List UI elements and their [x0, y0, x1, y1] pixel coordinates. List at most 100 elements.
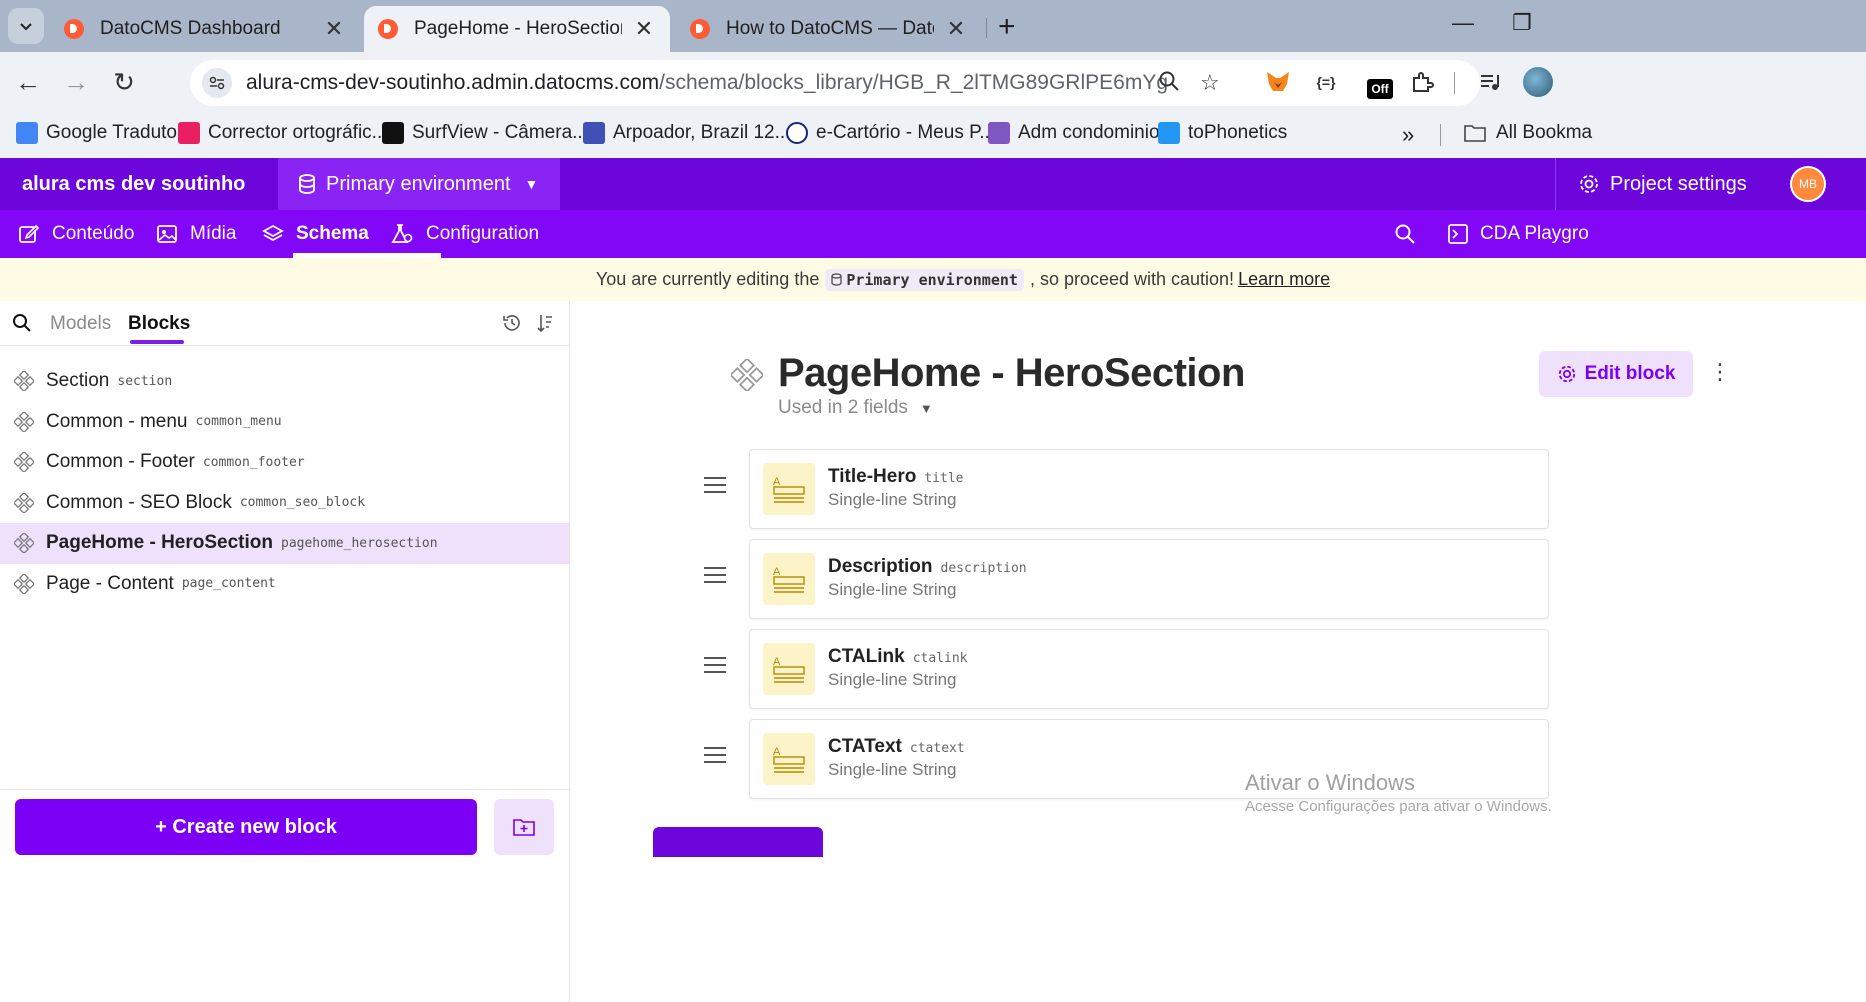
- forward-icon[interactable]: →: [60, 66, 92, 98]
- search-icon[interactable]: [12, 313, 32, 338]
- json-extension-icon[interactable]: {=}: [1308, 64, 1344, 100]
- environment-switcher[interactable]: Primary environment ▼: [278, 158, 560, 210]
- app-header: alura cms dev soutinho Primary environme…: [0, 158, 1866, 210]
- field-card[interactable]: A CTALink ctalink Single-line String: [749, 629, 1549, 709]
- restore-icon[interactable]: ❐: [1512, 10, 1532, 36]
- environment-warning-banner: You are currently editing the Primary en…: [0, 258, 1866, 301]
- svg-text:A: A: [773, 476, 781, 488]
- browser-tab-pagehome[interactable]: PageHome - HeroSection | Bloc ✕: [364, 6, 670, 52]
- nav-item-configuration[interactable]: Configuration: [390, 210, 539, 258]
- all-bookmarks[interactable]: All Bookma: [1464, 122, 1592, 144]
- tab-models[interactable]: Models: [50, 313, 111, 335]
- minimize-icon[interactable]: —: [1452, 10, 1474, 36]
- zoom-icon[interactable]: [1158, 70, 1180, 98]
- project-settings-label: Project settings: [1610, 172, 1747, 195]
- off-extension-icon[interactable]: Off: [1362, 64, 1398, 100]
- drag-handle-icon[interactable]: [704, 657, 726, 673]
- nav-item-schema[interactable]: Schema: [262, 210, 369, 258]
- condominio-icon: [988, 122, 1010, 144]
- field-type: Single-line String: [828, 760, 957, 779]
- used-in-dropdown[interactable]: Used in 2 fields ▼: [778, 397, 933, 419]
- bookmark-corrector[interactable]: Corrector ortográfic...: [178, 122, 388, 144]
- browser-tab-strip: DatoCMS Dashboard ✕ PageHome - HeroSecti…: [0, 0, 1866, 52]
- list-item[interactable]: Section section: [0, 361, 569, 402]
- field-label: CTAText: [828, 736, 902, 757]
- edit-block-button[interactable]: Edit block: [1539, 351, 1693, 397]
- new-folder-button[interactable]: [494, 799, 554, 855]
- bookmark-adm-condominio[interactable]: Adm condominio: [988, 122, 1160, 144]
- list-item[interactable]: Common - Footer common_footer: [0, 442, 569, 483]
- project-settings-button[interactable]: Project settings: [1555, 158, 1785, 210]
- nav-item-midia[interactable]: Mídia: [156, 210, 236, 258]
- field-card[interactable]: A Title-Hero title Single-line String: [749, 449, 1549, 529]
- back-icon[interactable]: ←: [12, 66, 44, 98]
- nav-label: Configuration: [426, 223, 540, 244]
- block-name: Common - menu: [46, 410, 188, 432]
- close-icon[interactable]: ✕: [944, 16, 968, 42]
- extensions-puzzle-icon[interactable]: [1404, 64, 1440, 100]
- field-label: Description: [828, 556, 933, 577]
- windows-activation-subtitle: Acesse Configurações para ativar o Windo…: [1245, 798, 1552, 815]
- blocks-sidebar: Models Blocks Section section Common - m…: [0, 301, 570, 1002]
- field-api-key: ctalink: [912, 651, 968, 666]
- project-name[interactable]: alura cms dev soutinho: [22, 173, 245, 196]
- sidebar-divider: [0, 345, 569, 346]
- bookmark-star-icon[interactable]: ☆: [1200, 70, 1220, 96]
- list-item[interactable]: Common - menu common_menu: [0, 402, 569, 443]
- drag-handle-icon[interactable]: [704, 477, 726, 493]
- tophonetics-icon: [1158, 122, 1180, 144]
- browser-toolbar: ← → ↻ alura-cms-dev-soutinho.admin.datoc…: [0, 52, 1866, 112]
- metamask-extension-icon[interactable]: [1260, 64, 1296, 100]
- sort-icon[interactable]: [536, 313, 554, 338]
- nav-item-conteudo[interactable]: Conteúdo: [18, 210, 134, 258]
- media-controls-icon[interactable]: [1472, 64, 1508, 100]
- block-api-key: page_content: [181, 576, 276, 592]
- surfline-icon: [583, 122, 605, 144]
- nav-label: Conteúdo: [52, 223, 135, 244]
- bookmark-ecartorio[interactable]: e-Cartório - Meus P...: [786, 122, 995, 144]
- history-icon[interactable]: [502, 313, 522, 338]
- cda-playground-link[interactable]: CDA Playgro: [1448, 210, 1589, 258]
- bookmark-tophonetics[interactable]: toPhonetics: [1158, 122, 1287, 144]
- image-icon: [156, 224, 178, 244]
- tab-title: How to DatoCMS — DatoCMS: [726, 18, 934, 39]
- close-icon[interactable]: ✕: [632, 16, 656, 42]
- bookmark-google-tradutor[interactable]: Google Tradutor: [16, 122, 183, 144]
- user-avatar[interactable]: MB: [1790, 166, 1826, 202]
- edit-block-label: Edit block: [1584, 363, 1676, 384]
- create-new-block-button[interactable]: + Create new block: [15, 799, 477, 855]
- list-item[interactable]: Common - SEO Block common_seo_block: [0, 483, 569, 524]
- block-icon: [14, 533, 34, 554]
- list-item[interactable]: Page - Content page_content: [0, 564, 569, 605]
- block-icon: [14, 452, 34, 473]
- list-item-selected[interactable]: PageHome - HeroSection pagehome_herosect…: [0, 523, 569, 564]
- create-new-block-label: + Create new block: [155, 815, 337, 838]
- flask-gear-icon: [390, 223, 414, 245]
- bookmark-surfview[interactable]: SurfView - Câmera...: [382, 122, 588, 144]
- search-icon: [1394, 223, 1416, 245]
- more-options-icon[interactable]: ⋮: [1709, 359, 1731, 385]
- site-info-icon[interactable]: [202, 68, 232, 98]
- drag-handle-icon[interactable]: [704, 747, 726, 763]
- tab-search-dropdown[interactable]: [8, 8, 44, 44]
- svg-text:A: A: [773, 566, 781, 578]
- field-card[interactable]: A CTAText ctatext Single-line String: [749, 719, 1549, 799]
- field-card[interactable]: A Description description Single-line Str…: [749, 539, 1549, 619]
- drag-handle-icon[interactable]: [704, 567, 726, 583]
- bookmark-arpoador[interactable]: Arpoador, Brazil 12...: [583, 122, 790, 144]
- url-text: alura-cms-dev-soutinho.admin.datocms.com…: [246, 71, 1168, 95]
- field-name: CTAText ctatext: [828, 736, 965, 758]
- add-field-button[interactable]: [653, 827, 823, 857]
- close-icon[interactable]: ✕: [322, 16, 346, 42]
- browser-tab-dashboard[interactable]: DatoCMS Dashboard ✕: [50, 6, 360, 52]
- block-detail-panel: PageHome - HeroSection Used in 2 fields …: [571, 301, 1866, 1002]
- reload-icon[interactable]: ↻: [108, 66, 140, 98]
- block-icon: [14, 371, 34, 392]
- more-bookmarks-icon[interactable]: »: [1402, 122, 1414, 148]
- search-button[interactable]: [1394, 210, 1428, 258]
- browser-tab-howto[interactable]: How to DatoCMS — DatoCMS ✕: [676, 6, 982, 52]
- learn-more-link[interactable]: Learn more: [1238, 269, 1330, 290]
- tab-blocks[interactable]: Blocks: [128, 313, 190, 335]
- profile-avatar-icon[interactable]: [1520, 64, 1556, 100]
- new-tab-button[interactable]: +: [998, 10, 1016, 44]
